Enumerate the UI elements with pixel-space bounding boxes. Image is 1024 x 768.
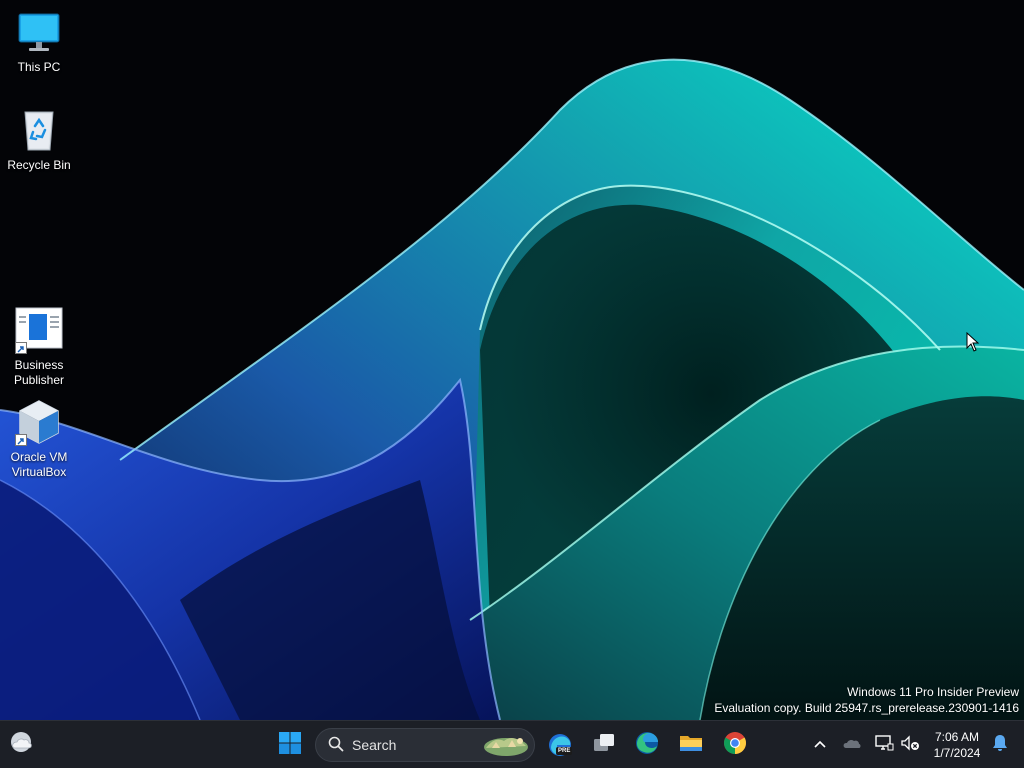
shortcut-arrow-icon: [15, 342, 27, 354]
monitor-icon: [15, 8, 63, 56]
edge-beta-button[interactable]: PRE: [540, 725, 580, 765]
publisher-app-icon: [15, 306, 63, 354]
edge-icon: [634, 730, 660, 761]
chrome-icon: [722, 730, 748, 761]
chrome-button[interactable]: [715, 725, 755, 765]
search-label: Search: [352, 737, 397, 753]
desktop-icon-label: Business Publisher: [13, 358, 65, 387]
evaluation-watermark: Windows 11 Pro Insider Preview Evaluatio…: [714, 684, 1019, 716]
search-highlight-icon: [482, 732, 530, 761]
onedrive-cloud-icon: [842, 736, 862, 755]
desktop-icon-this-pc[interactable]: This PC: [1, 8, 77, 75]
desktop-icon-oracle-vm-virtualbox[interactable]: Oracle VM VirtualBox: [1, 398, 77, 480]
clock-date: 1/7/2024: [933, 746, 981, 760]
mouse-pointer-icon: [966, 332, 980, 352]
watermark-build: Evaluation copy. Build 25947.rs_prerelea…: [714, 701, 1019, 715]
network-icon: [874, 734, 894, 757]
desktop-icon-business-publisher[interactable]: Business Publisher: [1, 306, 77, 388]
show-hidden-icons-button[interactable]: [806, 725, 834, 765]
weather-cloud-icon: [9, 730, 35, 761]
network-button[interactable]: [870, 725, 898, 765]
desktop: This PC Recycle Bin Business Publisher O…: [0, 0, 1024, 720]
start-button[interactable]: [270, 725, 310, 765]
edge-beta-icon: PRE: [547, 732, 573, 758]
edge-button[interactable]: [627, 725, 667, 765]
file-explorer-button[interactable]: [671, 725, 711, 765]
bloom-wallpaper: [0, 58, 1024, 720]
search-icon: [328, 736, 344, 755]
bell-icon: [992, 734, 1008, 757]
onedrive-button[interactable]: [838, 725, 866, 765]
task-view-icon: [591, 730, 617, 761]
watermark-edition: Windows 11 Pro Insider Preview: [847, 685, 1019, 699]
chevron-up-icon: [813, 736, 827, 754]
recycle-bin-icon: [15, 106, 63, 154]
volume-muted-icon: [900, 734, 920, 757]
desktop-icon-label: Recycle Bin: [7, 158, 71, 172]
clock-time: 7:06 AM: [934, 730, 980, 744]
shortcut-arrow-icon: [15, 434, 27, 446]
folder-icon: [678, 730, 704, 761]
windows-logo-icon: [278, 731, 302, 760]
search-box[interactable]: Search: [315, 728, 535, 762]
task-view-button[interactable]: [584, 725, 624, 765]
desktop-icon-label: This PC: [17, 60, 61, 74]
widgets-button[interactable]: [2, 725, 42, 765]
clock[interactable]: 7:06 AM 1/7/2024: [928, 729, 986, 761]
desktop-icon-recycle-bin[interactable]: Recycle Bin: [1, 106, 77, 173]
desktop-icon-label: Oracle VM VirtualBox: [10, 450, 68, 479]
virtualbox-icon: [15, 398, 63, 446]
notifications-button[interactable]: [986, 725, 1014, 765]
edge-beta-badge: PRE: [556, 747, 573, 755]
taskbar: Search PRE 7:06 AM 1/7/2024: [0, 720, 1024, 768]
volume-button[interactable]: [896, 725, 924, 765]
